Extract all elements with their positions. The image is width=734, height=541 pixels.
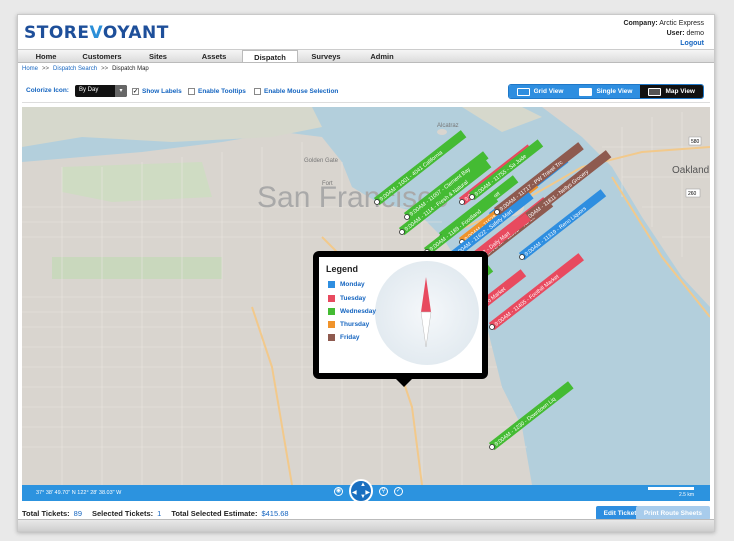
- enable-mouse-label: Enable Mouse Selection: [264, 88, 339, 95]
- map-label-golden-gate: Golden Gate: [304, 158, 339, 164]
- single-view-button[interactable]: Single View: [571, 85, 641, 98]
- compass-reset-icon[interactable]: ✓: [394, 486, 403, 496]
- single-icon: [579, 87, 593, 96]
- map-scale: 2.5 km: [648, 487, 694, 498]
- breadcrumb-current: Dispatch Map: [112, 66, 149, 72]
- map-toolbar: Colorize Icon: By Day ▾ ✓ Show Labels Enab…: [22, 81, 710, 103]
- map-navigation-controls: ◉ ▲ ▼ ◀ ▶ ⚲ ✓: [334, 479, 403, 503]
- map-status-bar: 37° 38' 49.70" N 122° 28' 38.03" W ◉ ▲ ▼…: [22, 479, 710, 503]
- city-label-oakland: Oakland: [672, 165, 709, 176]
- bottom-strip: [18, 519, 714, 531]
- grid-icon: [516, 87, 530, 96]
- checkbox-icon: [188, 88, 195, 95]
- legend-swatch: [328, 308, 335, 315]
- logout-link[interactable]: Logout: [680, 40, 704, 47]
- checkbox-checked-icon: ✓: [132, 88, 139, 95]
- total-tickets-value: 89: [73, 508, 82, 518]
- nav-dispatch[interactable]: Dispatch: [242, 50, 298, 62]
- legend-swatch: [328, 334, 335, 341]
- checkbox-icon: [254, 88, 261, 95]
- legend-swatch: [328, 321, 335, 328]
- colorize-value: By Day: [79, 87, 99, 93]
- legend-item-monday: Monday: [328, 281, 365, 288]
- show-labels-checkbox[interactable]: ✓ Show Labels: [132, 88, 182, 95]
- total-tickets-label: Total Tickets:: [22, 508, 70, 518]
- selected-tickets-value: 1: [157, 508, 162, 518]
- company-label: Company:: [623, 20, 658, 27]
- eye-icon[interactable]: ◉: [334, 486, 343, 496]
- storevoyant-logo[interactable]: STOREVOYANT: [24, 23, 169, 43]
- view-switcher: Grid View Single View Map View: [507, 84, 704, 99]
- scale-label: 2.5 km: [678, 492, 694, 498]
- legend-item-thursday: Thursday: [328, 321, 369, 328]
- world-map-icon: [648, 87, 662, 96]
- estimate-value: $415.68: [261, 508, 289, 518]
- pan-right-icon[interactable]: ▶: [365, 489, 370, 496]
- nav-admin[interactable]: Admin: [354, 50, 410, 62]
- legend-swatch: [328, 281, 335, 288]
- colorize-label: Colorize Icon:: [26, 87, 69, 94]
- pan-left-icon[interactable]: ◀: [352, 489, 357, 496]
- pan-control[interactable]: ▲ ▼ ◀ ▶: [349, 479, 373, 503]
- main-nav: Home Customers Sites Assets Dispatch Sur…: [18, 49, 714, 63]
- grid-view-button[interactable]: Grid View: [508, 85, 572, 98]
- enable-tooltips-label: Enable Tooltips: [198, 88, 246, 95]
- map-label-alcatraz: Alcatraz: [437, 123, 459, 129]
- legend-popup: Legend Monday Tuesday Wednesday Thursday…: [313, 251, 488, 379]
- legend-label: Tuesday: [340, 295, 366, 302]
- legend-panel: Legend Monday Tuesday Wednesday Thursday…: [319, 257, 482, 373]
- nav-assets[interactable]: Assets: [186, 50, 242, 62]
- grid-view-label: Grid View: [533, 88, 564, 95]
- user-name: demo: [686, 30, 704, 37]
- company-name: Arctic Express: [659, 20, 704, 27]
- estimate-label: Total Selected Estimate:: [171, 508, 258, 518]
- enable-mouse-selection-checkbox[interactable]: Enable Mouse Selection: [254, 88, 338, 95]
- pan-up-icon[interactable]: ▲: [360, 482, 366, 488]
- legend-label: Thursday: [340, 321, 370, 328]
- map-label-fort: Fort: [322, 181, 333, 187]
- alcatraz-island: [437, 129, 447, 135]
- legend-item-tuesday: Tuesday: [328, 295, 366, 302]
- nav-customers[interactable]: Customers: [74, 50, 130, 62]
- compass-needle-icon: [420, 277, 432, 347]
- colorize-select[interactable]: By Day ▾: [75, 85, 127, 97]
- legend-label: Monday: [340, 281, 365, 288]
- nav-home[interactable]: Home: [18, 50, 74, 62]
- tiburon: [462, 107, 542, 132]
- legend-label: Wednesday: [340, 308, 377, 315]
- zoom-icon[interactable]: ⚲: [379, 486, 388, 496]
- breadcrumb-separator: >>: [42, 66, 50, 72]
- road-shield-580: 580: [691, 139, 700, 145]
- road-shield-260: 260: [688, 191, 697, 197]
- print-route-sheets-button[interactable]: Print Route Sheets: [635, 506, 710, 520]
- legend-item-wednesday: Wednesday: [328, 308, 376, 315]
- ticket-label-text: 9:00AM - 11405 - Foothill Market: [494, 274, 561, 328]
- legend-pointer: [396, 379, 412, 387]
- legend-item-friday: Friday: [328, 334, 360, 341]
- cursor-coordinates: 37° 38' 49.70" N 122° 28' 38.03" W: [36, 490, 122, 496]
- breadcrumb-dispatch-search[interactable]: Dispatch Search: [53, 66, 97, 72]
- chevron-down-icon: ▾: [115, 85, 127, 97]
- nav-surveys[interactable]: Surveys: [298, 50, 354, 62]
- breadcrumb-home[interactable]: Home: [22, 66, 38, 72]
- map-view-label: Map View: [665, 88, 695, 95]
- breadcrumb: Home >> Dispatch Search >> Dispatch Map: [22, 66, 149, 72]
- map-view-button[interactable]: Map View: [640, 85, 703, 98]
- legend-title: Legend: [326, 264, 359, 274]
- golden-gate-park: [52, 257, 222, 279]
- show-labels-label: Show Labels: [142, 88, 182, 95]
- nav-sites[interactable]: Sites: [130, 50, 186, 62]
- single-view-label: Single View: [596, 88, 633, 95]
- breadcrumb-separator: >>: [101, 66, 109, 72]
- user-label: User:: [666, 30, 685, 37]
- presidio-park: [62, 162, 212, 202]
- app-frame: STOREVOYANT Company: Arctic Express User…: [17, 14, 715, 532]
- account-panel: Company: Arctic Express User: demo Logou…: [623, 19, 704, 49]
- legend-label: Friday: [340, 334, 360, 341]
- legend-swatch: [328, 295, 335, 302]
- selected-tickets-label: Selected Tickets:: [92, 508, 154, 518]
- enable-tooltips-checkbox[interactable]: Enable Tooltips: [188, 88, 246, 95]
